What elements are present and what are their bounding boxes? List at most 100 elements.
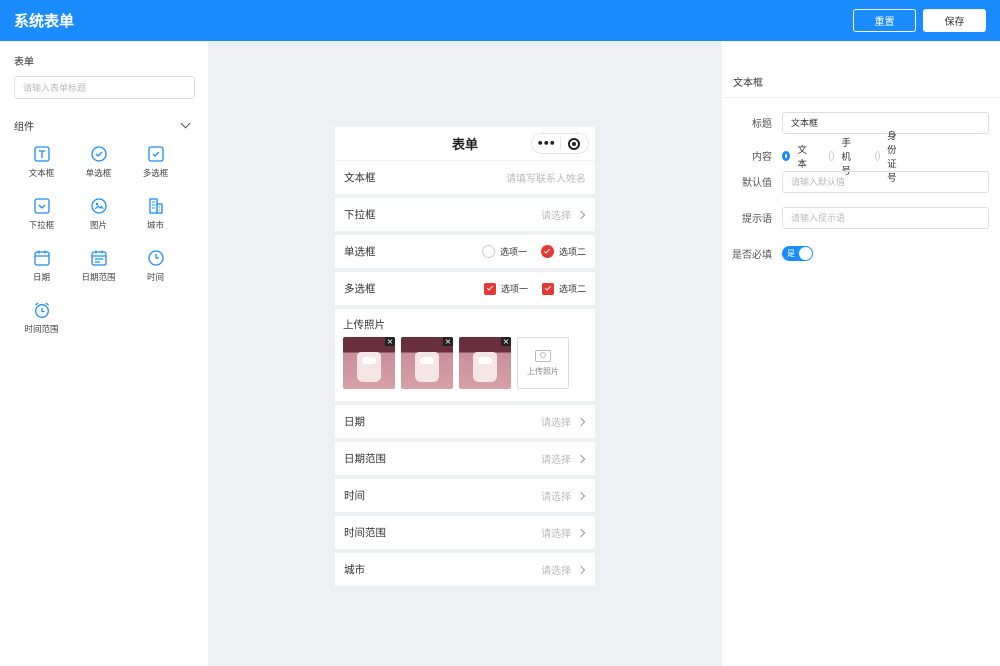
- row-placeholder: 请选择: [541, 455, 571, 466]
- prop-default: 默认值 请输入默认值: [722, 170, 989, 193]
- radio-group: 选项一 选项二: [468, 245, 586, 258]
- form-title-input[interactable]: 请输入表单标题: [14, 76, 195, 99]
- component-label: 图片: [89, 221, 107, 231]
- preview-row-upload: 上传照片 × × × 上传照片: [335, 309, 595, 401]
- radio-unchecked-icon: [481, 245, 495, 258]
- uploaded-photo[interactable]: ×: [459, 337, 511, 389]
- remove-photo-icon[interactable]: ×: [385, 337, 395, 346]
- row-value: 请选择: [541, 562, 586, 577]
- row-value: 请选择: [541, 488, 586, 503]
- image-icon: [90, 198, 107, 214]
- city-icon: [148, 198, 163, 214]
- option-label: 选项二: [558, 248, 586, 258]
- preview-nav-bar: 表单 •••: [335, 127, 595, 160]
- save-button[interactable]: 保存: [923, 9, 986, 32]
- component-sidebar: 表单 请输入表单标题 组件 文本框 单选框 多选框 下拉框 图片 城市 日期 日…: [0, 41, 208, 666]
- component-label: 多选框: [142, 169, 169, 179]
- calendar-icon: [33, 250, 50, 266]
- default-value-input[interactable]: 请输入默认值: [782, 170, 989, 193]
- component-city[interactable]: 城市: [127, 197, 184, 231]
- component-time-range[interactable]: 时间范围: [13, 301, 70, 335]
- component-label: 下拉框: [28, 221, 55, 231]
- checkbox-checked-icon: [483, 282, 496, 295]
- component-label: 时间: [146, 273, 164, 283]
- row-placeholder: 请选择: [541, 211, 571, 222]
- remove-photo-icon[interactable]: ×: [443, 337, 453, 346]
- prop-title: 标题 文本框: [722, 111, 989, 134]
- reset-button[interactable]: 重置: [853, 9, 916, 32]
- component-checkbox[interactable]: 多选框: [127, 145, 184, 179]
- checkbox-option-2[interactable]: 选项二: [541, 282, 586, 295]
- prop-label: 提示语: [742, 214, 772, 225]
- chevron-right-icon: [576, 565, 586, 574]
- row-label: 时间范围: [344, 527, 386, 539]
- component-label: 城市: [146, 221, 164, 231]
- component-label: 时间范围: [24, 325, 59, 335]
- chevron-right-icon: [576, 528, 586, 537]
- row-label: 时间: [344, 490, 365, 502]
- prop-required: 是否必填 是: [722, 246, 813, 261]
- required-toggle[interactable]: 是: [782, 246, 813, 261]
- row-placeholder: 请选择: [541, 529, 571, 540]
- preview-row-date[interactable]: 日期 请选择: [335, 405, 595, 438]
- camera-icon: [535, 349, 551, 362]
- row-label: 单选框: [344, 246, 376, 258]
- radio-checked-icon: [782, 150, 791, 161]
- checkbox-option-1[interactable]: 选项一: [483, 282, 528, 295]
- preview-row-checkbox: 多选框 选项一 选项二: [335, 272, 595, 305]
- close-target-icon[interactable]: [560, 137, 588, 150]
- prop-label: 是否必填: [732, 250, 772, 261]
- component-date-range[interactable]: 日期范围: [70, 249, 127, 283]
- preview-row-text[interactable]: 文本框 请填写联系人姓名: [335, 161, 595, 194]
- option-label: 选项二: [558, 285, 586, 295]
- row-label: 日期范围: [344, 453, 386, 465]
- hint-input[interactable]: 请输入提示语: [782, 206, 989, 229]
- content-option-text[interactable]: 文本: [782, 142, 809, 170]
- preview-row-date-range[interactable]: 日期范围 请选择: [335, 442, 595, 475]
- preview-row-time-range[interactable]: 时间范围 请选择: [335, 516, 595, 549]
- row-label: 文本框: [344, 172, 376, 184]
- component-dropdown[interactable]: 下拉框: [13, 197, 70, 231]
- preview-title: 表单: [451, 138, 478, 153]
- properties-panel: 文本框 标题 文本框 内容 文本 手机号 身份证号 默认值 请输入默认值 提示语…: [722, 41, 1000, 666]
- component-label: 单选框: [85, 169, 112, 179]
- radio-option-2[interactable]: 选项二: [540, 245, 586, 258]
- prop-content: 内容 文本 手机号 身份证号: [722, 131, 897, 184]
- component-text-box[interactable]: 文本框: [13, 145, 70, 179]
- preview-row-select[interactable]: 下拉框 请选择: [335, 198, 595, 231]
- chevron-right-icon: [576, 491, 586, 500]
- remove-photo-icon[interactable]: ×: [501, 337, 511, 346]
- app-header: 系统表单 重置 保存: [0, 0, 1000, 41]
- component-time[interactable]: 时间: [127, 249, 184, 283]
- alarm-icon: [34, 302, 49, 318]
- checkbox-icon: [147, 146, 164, 162]
- chevron-right-icon: [576, 454, 586, 463]
- radio-option-1[interactable]: 选项一: [481, 245, 527, 258]
- prop-label: 标题: [752, 119, 772, 130]
- component-label: 日期: [32, 273, 50, 283]
- mini-program-capsule: •••: [531, 133, 589, 154]
- radio-icon: [90, 146, 107, 162]
- photo-list: × × × 上传照片: [343, 337, 587, 389]
- chevron-down-icon[interactable]: [180, 118, 191, 129]
- component-date[interactable]: 日期: [13, 249, 70, 283]
- uploaded-photo[interactable]: ×: [401, 337, 453, 389]
- component-image[interactable]: 图片: [70, 197, 127, 231]
- more-icon[interactable]: •••: [532, 137, 560, 150]
- option-label: 选项一: [500, 285, 528, 295]
- component-radio[interactable]: 单选框: [70, 145, 127, 179]
- form-preview: 表单 ••• 文本框 请填写联系人姓名 下拉框 请选择 单选框 选项一 选项二 …: [335, 127, 595, 586]
- date-range-icon: [90, 250, 107, 266]
- row-value: 请选择: [541, 525, 586, 540]
- upload-photo-button[interactable]: 上传照片: [517, 337, 569, 389]
- preview-row-time[interactable]: 时间 请选择: [335, 479, 595, 512]
- row-label: 日期: [344, 416, 365, 428]
- preview-row-city[interactable]: 城市 请选择: [335, 553, 595, 586]
- radio-unchecked-icon: [875, 150, 881, 161]
- uploaded-photo[interactable]: ×: [343, 337, 395, 389]
- preview-row-radio: 单选框 选项一 选项二: [335, 235, 595, 268]
- component-label: 文本框: [28, 169, 55, 179]
- components-group-header[interactable]: 组件: [14, 118, 194, 133]
- checkbox-group: 选项一 选项二: [470, 282, 586, 295]
- dropdown-icon: [33, 198, 50, 214]
